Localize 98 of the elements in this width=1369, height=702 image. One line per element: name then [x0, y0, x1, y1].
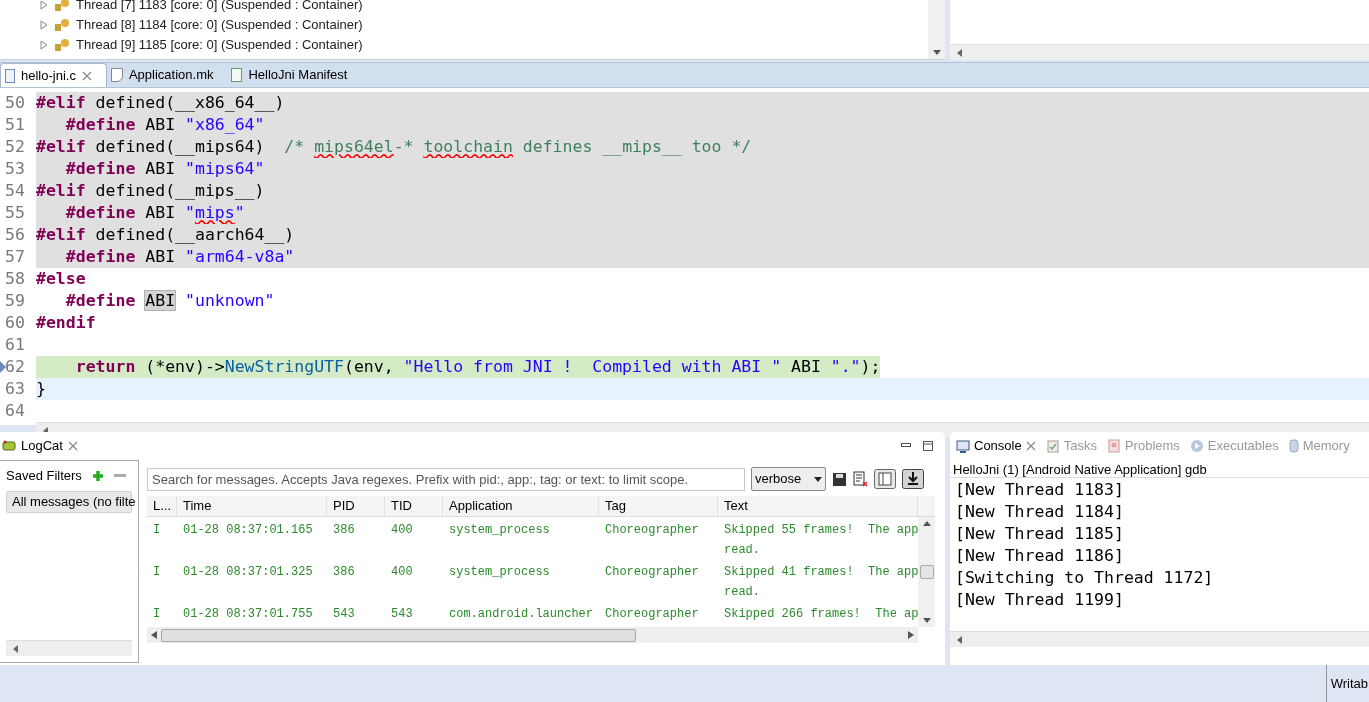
- scroll-left-icon[interactable]: [151, 631, 157, 639]
- minimize-icon[interactable]: [901, 443, 911, 449]
- thread-icon: [54, 0, 70, 12]
- table-cell-text: 386: [332, 564, 356, 581]
- console-line: [New Thread 1185]: [955, 523, 1124, 545]
- table-cell-text: 01-28 08:37:01.325: [182, 564, 314, 581]
- play-circle-icon: [1189, 439, 1204, 453]
- line-number: 53: [5, 158, 25, 180]
- editor-tab[interactable]: HelloJni Manifest: [227, 63, 362, 87]
- caret-icon: [814, 476, 822, 482]
- scroll-thumb[interactable]: [919, 565, 934, 579]
- console-line: [New Thread 1183]: [955, 479, 1124, 501]
- manifest-file-icon: [231, 68, 243, 82]
- process-label: HelloJni (1) [Android Native Application] gdb: [950, 460, 1369, 478]
- thread-label[interactable]: Thread [8] 1184 [core: 0] (Suspended : Container): [76, 15, 363, 35]
- warning-board-icon: [1106, 439, 1121, 453]
- thread-icon: [54, 38, 70, 52]
- c-file-icon: [5, 68, 15, 83]
- console-line: [Switching to Thread 1172]: [955, 567, 1214, 589]
- line-number: 58: [5, 268, 25, 290]
- table-cell-text: com.android.launcher: [448, 606, 595, 623]
- table-cell-text: Skipped 266 frames! The ap: [723, 606, 918, 623]
- column-header[interactable]: Text: [718, 496, 918, 516]
- table-cell-text: Skipped 41 frames! The app read.: [723, 564, 918, 601]
- table-cell-text: 400: [390, 564, 414, 581]
- add-icon[interactable]: [91, 470, 104, 482]
- table-cell-text: 01-28 08:37:01.165: [182, 522, 314, 539]
- close-icon[interactable]: [67, 441, 78, 451]
- scroll-thumb[interactable]: [161, 628, 636, 642]
- vertical-scrollbar[interactable]: [918, 517, 935, 627]
- table-cell-text: I: [152, 564, 162, 581]
- thread-label[interactable]: Thread [7] 1183 [core: 0] (Suspended : Container): [76, 0, 363, 15]
- close-icon[interactable]: [81, 70, 92, 81]
- line-number: 54: [5, 180, 25, 202]
- console-line: [New Thread 1184]: [955, 501, 1124, 523]
- level-dropdown[interactable]: verbose: [751, 467, 826, 491]
- editor-tab[interactable]: Application.mk: [106, 63, 228, 87]
- column-header[interactable]: TID: [385, 496, 443, 516]
- table-cell-text: system_process: [448, 522, 551, 539]
- column-header[interactable]: PID: [327, 496, 385, 516]
- line-number: 50: [5, 92, 25, 114]
- table-cell-text: system_process: [448, 564, 551, 581]
- line-number: 52: [5, 136, 25, 158]
- maximize-icon[interactable]: [923, 441, 933, 451]
- table-cell-text: Choreographer: [604, 606, 700, 623]
- horizontal-scrollbar[interactable]: [950, 631, 1369, 647]
- save-icon[interactable]: [832, 471, 847, 487]
- close-icon[interactable]: [1025, 441, 1036, 451]
- table-cell-text: Choreographer: [604, 522, 700, 539]
- scroll-down-icon[interactable]: [932, 50, 941, 55]
- line-number: 64: [5, 400, 25, 422]
- line-number: 56: [5, 224, 25, 246]
- line-number: 51: [5, 114, 25, 136]
- clear-log-icon[interactable]: [853, 471, 868, 487]
- table-cell-text: Skipped 55 frames! The app read.: [723, 522, 918, 559]
- horizontal-scrollbar[interactable]: [950, 44, 1369, 60]
- search-field[interactable]: Search for messages. Accepts Java regexes. Prefix with pid:, app:, tag: or text: to limit scope.: [147, 467, 745, 491]
- table-cell-text: 386: [332, 522, 356, 539]
- line-number: 57: [5, 246, 25, 268]
- clipboard-check-icon: [1045, 439, 1060, 453]
- horizontal-scrollbar[interactable]: [147, 627, 918, 643]
- table-cell-text: 01-28 08:37:01.755: [182, 606, 314, 623]
- console-line: [New Thread 1186]: [955, 545, 1124, 567]
- column-header[interactable]: Application: [443, 496, 599, 516]
- thread-icon: [54, 18, 70, 32]
- remove-icon[interactable]: [113, 474, 126, 478]
- thread-label[interactable]: Thread [9] 1185 [core: 0] (Suspended : Container): [76, 35, 363, 55]
- line-number: 63: [5, 378, 25, 400]
- table-cell-text: I: [152, 522, 162, 539]
- line-number: 62: [5, 356, 25, 378]
- vertical-scrollbar[interactable]: [928, 0, 945, 59]
- table-cell-text: 543: [390, 606, 414, 623]
- scroll-right-icon[interactable]: [908, 631, 914, 639]
- line-number: 60: [5, 312, 25, 334]
- line-number: 59: [5, 290, 25, 312]
- line-number: 55: [5, 202, 25, 224]
- column-header[interactable]: Time: [177, 496, 327, 516]
- scroll-down-icon[interactable]: [922, 618, 931, 623]
- editor-tab[interactable]: hello-jni.c: [0, 63, 107, 87]
- console-line: [New Thread 1199]: [955, 589, 1124, 611]
- table-cell-text: 543: [332, 606, 356, 623]
- view-tab[interactable]: Console: [956, 436, 1036, 456]
- table-cell-text: 400: [390, 522, 414, 539]
- monitor-icon: [956, 439, 970, 453]
- column-header[interactable]: Tag: [599, 496, 718, 516]
- android-icon: [2, 440, 16, 452]
- scroll-up-icon[interactable]: [922, 521, 931, 526]
- table-cell-text: I: [152, 606, 162, 623]
- scroll-lock-icon[interactable]: [902, 469, 924, 489]
- split-view-icon[interactable]: [874, 469, 896, 489]
- status-mode: Writab: [1325, 665, 1369, 702]
- column-header[interactable]: L...: [147, 496, 177, 516]
- cylinder-icon: [1288, 439, 1299, 453]
- saved-filters-title: Saved Filters: [6, 467, 82, 486]
- table-cell-text: Choreographer: [604, 564, 700, 581]
- line-number: 61: [5, 334, 25, 356]
- instruction-pointer-icon: [0, 361, 6, 373]
- horizontal-scrollbar[interactable]: [6, 640, 132, 656]
